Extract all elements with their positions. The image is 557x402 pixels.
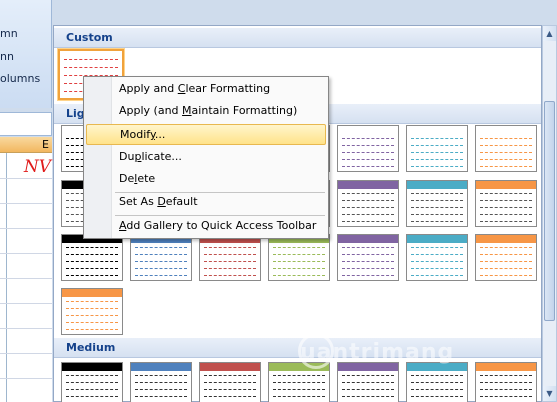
table-style-light-row2-5[interactable]	[337, 180, 399, 227]
gallery-scrollbar[interactable]: ▲ ▼	[542, 25, 557, 402]
column-header-e[interactable]: E	[0, 137, 52, 153]
menu-item-set-as-default[interactable]: Set As Default	[86, 192, 326, 213]
table-style-medium-1[interactable]	[61, 362, 123, 402]
scroll-thumb[interactable]	[544, 101, 555, 321]
menu-item-delete[interactable]: Delete	[86, 169, 326, 190]
table-style-medium-7[interactable]	[475, 362, 537, 402]
table-style-light-row3-1[interactable]	[61, 234, 123, 281]
menu-item-modify[interactable]: Modify...	[86, 124, 326, 145]
menu-item-apply-maintain-formatting[interactable]: Apply (and Maintain Formatting)	[86, 101, 326, 122]
ribbon-item-insert-row[interactable]: nn	[0, 50, 14, 63]
table-style-medium-6[interactable]	[406, 362, 468, 402]
table-style-light-row1-5[interactable]	[337, 125, 399, 172]
table-style-light-row1-7[interactable]	[475, 125, 537, 172]
menu-item-apply-clear-formatting[interactable]: Apply and Clear Formatting	[86, 79, 326, 100]
worksheet-grid[interactable]: E NV	[0, 137, 52, 402]
scroll-up-icon[interactable]: ▲	[543, 26, 556, 41]
table-style-light-row4-1[interactable]	[61, 288, 123, 335]
section-header-custom: Custom	[54, 28, 541, 48]
scroll-down-icon[interactable]: ▼	[543, 386, 556, 401]
table-style-medium-2[interactable]	[130, 362, 192, 402]
table-style-light-row3-5[interactable]	[337, 234, 399, 281]
ribbon-fragment: mn nn olumns	[0, 0, 52, 108]
context-menu: Apply and Clear Formatting Apply (and Ma…	[83, 76, 329, 239]
menu-item-add-gallery-to-qat[interactable]: Add Gallery to Quick Access Toolbar	[86, 216, 326, 237]
table-style-light-row3-4[interactable]	[268, 234, 330, 281]
table-style-light-row1-6[interactable]	[406, 125, 468, 172]
table-style-light-row3-7[interactable]	[475, 234, 537, 281]
table-style-medium-5[interactable]	[337, 362, 399, 402]
table-style-light-row3-3[interactable]	[199, 234, 261, 281]
formula-bar-fragment[interactable]	[0, 112, 52, 136]
table-style-light-row3-2[interactable]	[130, 234, 192, 281]
table-style-light-row2-7[interactable]	[475, 180, 537, 227]
table-style-light-row3-6[interactable]	[406, 234, 468, 281]
menu-item-duplicate[interactable]: Duplicate...	[86, 147, 326, 168]
ribbon-item-insert-column[interactable]: mn	[0, 27, 18, 40]
watermark-text: uantrimang	[300, 340, 455, 365]
table-style-light-row2-6[interactable]	[406, 180, 468, 227]
cell-text: NV	[23, 157, 51, 177]
table-style-medium-3[interactable]	[199, 362, 261, 402]
ribbon-item-columns[interactable]: olumns	[0, 72, 40, 85]
